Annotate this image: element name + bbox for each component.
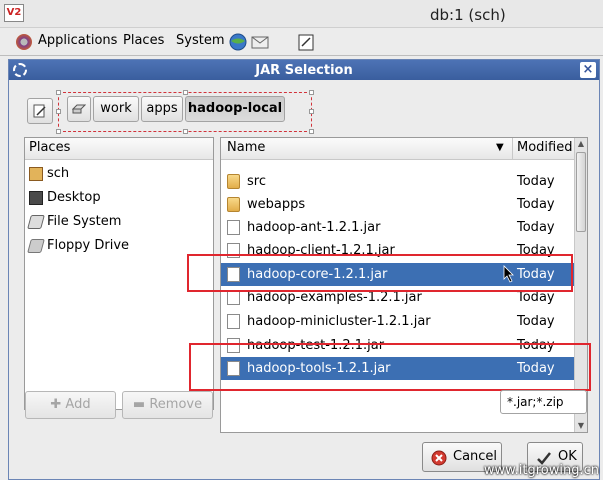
annotation-box-core [187,254,573,292]
place-item-floppy[interactable]: Floppy Drive [27,236,130,256]
path-work-button[interactable]: work [93,96,139,122]
file-row-hadoop-minicluster[interactable]: hadoop-minicluster-1.2.1.jar Today [221,310,575,333]
place-label: Desktop [47,190,101,205]
sort-desc-icon: ▼ [496,142,504,153]
place-label: sch [47,166,70,181]
scroll-down-icon[interactable]: ▼ [575,420,587,432]
file-name: webapps [247,197,306,212]
cancel-icon [431,450,447,466]
file-icon [227,220,240,235]
add-button[interactable]: ✚ Add [25,391,116,419]
path-root-button[interactable] [67,96,91,122]
filter-value: *.jar;*.zip [507,395,564,409]
vnc-window-title: db:1 (sch) [430,6,506,24]
folder-icon [227,174,240,189]
home-icon [29,167,43,181]
vnc-logo: V2 [4,4,24,22]
places-panel: Places sch Desktop File System Floppy Dr… [24,137,214,410]
harddisk-icon [71,104,87,114]
file-row-hadoop-ant[interactable]: hadoop-ant-1.2.1.jar Today [221,216,575,239]
path-hadoop-local-button[interactable]: hadoop-local [185,96,285,122]
pencil-icon [33,104,46,118]
place-label: Floppy Drive [47,238,130,253]
ok-label: OK [558,449,577,464]
floppy-icon [27,239,45,253]
place-item-desktop[interactable]: Desktop [29,188,101,208]
menu-places[interactable]: Places [123,33,164,48]
cancel-label: Cancel [453,449,498,464]
remove-label: Remove [149,397,203,412]
file-date: Today [517,314,555,329]
file-list-header: Name ▼ Modified [221,138,575,160]
scroll-up-icon[interactable]: ▲ [575,138,587,150]
column-modified[interactable]: Modified [517,138,572,158]
place-label: File System [47,214,122,229]
file-icon [227,314,240,329]
file-date: Today [517,220,555,235]
dialog-title: JAR Selection [255,63,353,78]
notes-icon[interactable] [296,32,316,52]
web-browser-icon[interactable] [228,32,248,52]
add-label: Add [65,397,91,412]
file-name: src [247,174,266,189]
mail-icon[interactable] [250,32,270,52]
harddisk-icon [27,215,45,229]
remove-button[interactable]: ▬ Remove [122,391,213,419]
menu-system[interactable]: System [176,33,224,48]
file-name: hadoop-minicluster-1.2.1.jar [247,314,431,329]
file-row-src[interactable]: src Today [221,170,575,193]
file-name: hadoop-ant-1.2.1.jar [247,220,381,235]
plus-icon: ✚ [50,397,66,412]
file-row-webapps[interactable]: webapps Today [221,193,575,216]
file-date: Today [517,174,555,189]
vnc-titlebar: V2 db:1 (sch) [0,0,603,28]
top-panel: Applications Places System [0,28,603,56]
watermark-text: www.itgrowing.cn [483,463,599,478]
place-item-filesystem[interactable]: File System [27,212,122,232]
place-item-sch[interactable]: sch [29,164,69,184]
annotation-box-tools [189,343,591,391]
close-button[interactable]: × [580,62,596,78]
file-date: Today [517,197,555,212]
places-header-label: Places [29,140,71,155]
jar-selection-dialog: JAR Selection × work apps hadoop-local P… [8,59,600,480]
path-apps-button[interactable]: apps [141,96,183,122]
column-name[interactable]: Name [227,138,265,158]
minus-icon: ▬ [132,397,150,412]
dialog-titlebar: JAR Selection × [9,60,599,80]
menu-applications[interactable]: Applications [38,33,117,48]
type-location-button[interactable] [27,98,53,124]
places-header[interactable]: Places [25,138,213,160]
file-icon [227,290,240,305]
scrollbar-thumb[interactable] [576,152,586,232]
gnome-foot-icon[interactable] [16,34,32,50]
file-filter-combo[interactable]: *.jar;*.zip [500,390,587,414]
folder-icon [227,197,240,212]
desktop-icon [29,191,43,205]
